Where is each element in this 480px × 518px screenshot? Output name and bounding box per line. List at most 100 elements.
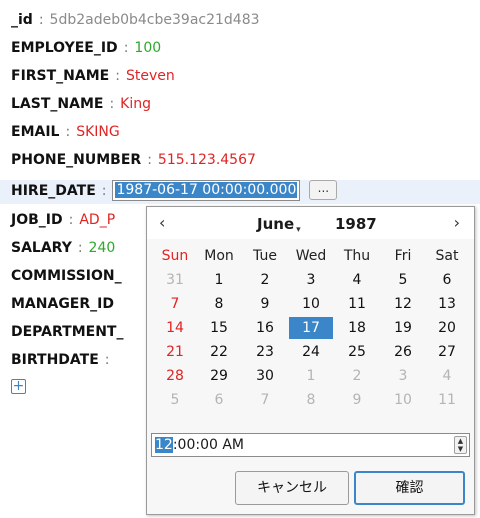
calendar-week: 21 22 23 24 25 26 27 (153, 341, 469, 363)
field-key: EMPLOYEE_ID (11, 40, 118, 56)
calendar-day[interactable]: 20 (425, 317, 469, 339)
add-field-button[interactable]: + (11, 379, 26, 394)
calendar-day[interactable]: 7 (153, 293, 197, 315)
field-key: PHONE_NUMBER (11, 152, 142, 168)
hire-date-input-text: 1987-06-17 00:00:00.000 (115, 182, 298, 198)
field-key: EMAIL (11, 124, 60, 140)
field-value[interactable]: 100 (134, 40, 161, 56)
field-separator: : (109, 96, 115, 112)
field-row-phone-number[interactable]: PHONE_NUMBER:515.123.4567 (11, 150, 256, 170)
calendar-day[interactable]: 5 (381, 269, 425, 291)
calendar-day[interactable]: 2 (335, 365, 379, 387)
field-separator: : (77, 240, 83, 256)
calendar-day-selected[interactable]: 17 (289, 317, 333, 339)
calendar-day[interactable]: 11 (335, 293, 379, 315)
calendar-day[interactable]: 6 (197, 389, 241, 411)
calendar-day[interactable]: 3 (381, 365, 425, 387)
calendar-day[interactable]: 30 (243, 365, 287, 387)
field-value[interactable]: SKING (76, 124, 120, 140)
field-value[interactable]: King (120, 96, 151, 112)
calendar-day[interactable]: 11 (425, 389, 469, 411)
calendar-day[interactable]: 5 (153, 389, 197, 411)
prev-month-icon[interactable]: ‹ (159, 213, 165, 232)
calendar-day[interactable]: 7 (243, 389, 287, 411)
field-value[interactable]: Steven (126, 68, 175, 84)
calendar-day[interactable]: 14 (153, 317, 197, 339)
year-label[interactable]: 1987 (335, 215, 377, 233)
field-row-salary[interactable]: SALARY:240 (11, 238, 115, 258)
calendar-week: 5 6 7 8 9 10 11 (153, 389, 469, 411)
calendar-day[interactable]: 2 (243, 269, 287, 291)
calendar-day[interactable]: 9 (335, 389, 379, 411)
field-row-email[interactable]: EMAIL: SKING (11, 122, 120, 142)
field-row-last-name[interactable]: LAST_NAME: King (11, 94, 151, 114)
confirm-button[interactable]: 確認 (354, 471, 465, 505)
calendar-day[interactable]: 13 (425, 293, 469, 315)
time-input[interactable]: 12:00:00 AM ▲ ▼ (151, 433, 470, 457)
calendar-day[interactable]: 27 (425, 341, 469, 363)
calendar-day[interactable]: 15 (197, 317, 241, 339)
field-key: SALARY (11, 240, 72, 256)
field-row-employee-id[interactable]: EMPLOYEE_ID:100 (11, 38, 161, 58)
field-key: JOB_ID (11, 212, 63, 228)
field-row-id[interactable]: _id:5db2adeb0b4cbe39ac21d483 (11, 10, 260, 30)
calendar-day[interactable]: 23 (243, 341, 287, 363)
field-separator: : (123, 40, 129, 56)
calendar-day[interactable]: 6 (425, 269, 469, 291)
calendar-day[interactable]: 1 (289, 365, 333, 387)
field-separator: : (115, 68, 120, 84)
field-row-manager-id[interactable]: MANAGER_ID (11, 294, 114, 314)
calendar-day[interactable]: 21 (153, 341, 197, 363)
calendar-week: 28 29 30 1 2 3 4 (153, 365, 469, 387)
calendar-day[interactable]: 22 (197, 341, 241, 363)
calendar-day[interactable]: 25 (335, 341, 379, 363)
spin-down-icon[interactable]: ▼ (455, 445, 466, 453)
field-row-department[interactable]: DEPARTMENT_ (11, 322, 123, 342)
calendar-day[interactable]: 26 (381, 341, 425, 363)
field-value[interactable]: 5db2adeb0b4cbe39ac21d483 (50, 12, 260, 28)
field-row-job-id[interactable]: JOB_ID: AD_P (11, 210, 115, 230)
hire-date-input[interactable]: 1987-06-17 00:00:00.000 (112, 180, 301, 201)
field-value[interactable]: 515.123.4567 (158, 152, 256, 168)
calendar-day[interactable]: 10 (289, 293, 333, 315)
calendar-day[interactable]: 3 (289, 269, 333, 291)
field-key: HIRE_DATE (11, 183, 96, 199)
field-row-hire-date[interactable]: HIRE_DATE:1987-06-17 00:00:00.000... (0, 180, 480, 204)
time-hour-selected: 12 (155, 437, 173, 453)
field-row-birthdate[interactable]: BIRTHDATE: (11, 350, 116, 370)
calendar-day[interactable]: 4 (335, 269, 379, 291)
time-spinner[interactable]: ▲ ▼ (454, 436, 467, 454)
next-month-icon[interactable]: › (454, 213, 460, 232)
calendar-day[interactable]: 8 (197, 293, 241, 315)
calendar-week: 7 8 9 10 11 12 13 (153, 293, 469, 315)
field-separator: : (147, 152, 152, 168)
field-value[interactable]: 240 (89, 240, 116, 256)
calendar-day[interactable]: 18 (335, 317, 379, 339)
field-separator: : (38, 12, 44, 28)
calendar-day[interactable]: 24 (289, 341, 333, 363)
calendar-day[interactable]: 16 (243, 317, 287, 339)
field-separator: : (65, 124, 71, 140)
month-label: June (257, 215, 295, 233)
calendar-day[interactable]: 28 (153, 365, 197, 387)
field-separator: : (68, 212, 74, 228)
calendar-day[interactable]: 12 (381, 293, 425, 315)
field-value[interactable]: AD_P (79, 212, 115, 228)
calendar-day[interactable]: 9 (243, 293, 287, 315)
field-separator: : (104, 352, 110, 368)
field-row-first-name[interactable]: FIRST_NAME: Steven (11, 66, 175, 86)
weekday-label: Wed (295, 248, 327, 264)
date-picker-button[interactable]: ... (309, 180, 338, 200)
calendar-day[interactable]: 1 (197, 269, 241, 291)
calendar-day[interactable]: 10 (381, 389, 425, 411)
time-input-text: 12:00:00 AM (155, 436, 244, 455)
spin-up-icon[interactable]: ▲ (455, 437, 466, 445)
cancel-button[interactable]: キャンセル (235, 471, 349, 505)
calendar-day[interactable]: 31 (153, 269, 197, 291)
month-dropdown[interactable]: June ▾ (257, 215, 301, 235)
calendar-day[interactable]: 8 (289, 389, 333, 411)
calendar-day[interactable]: 29 (197, 365, 241, 387)
field-row-commission[interactable]: COMMISSION_ (11, 266, 122, 286)
calendar-day[interactable]: 4 (425, 365, 469, 387)
calendar-day[interactable]: 19 (381, 317, 425, 339)
